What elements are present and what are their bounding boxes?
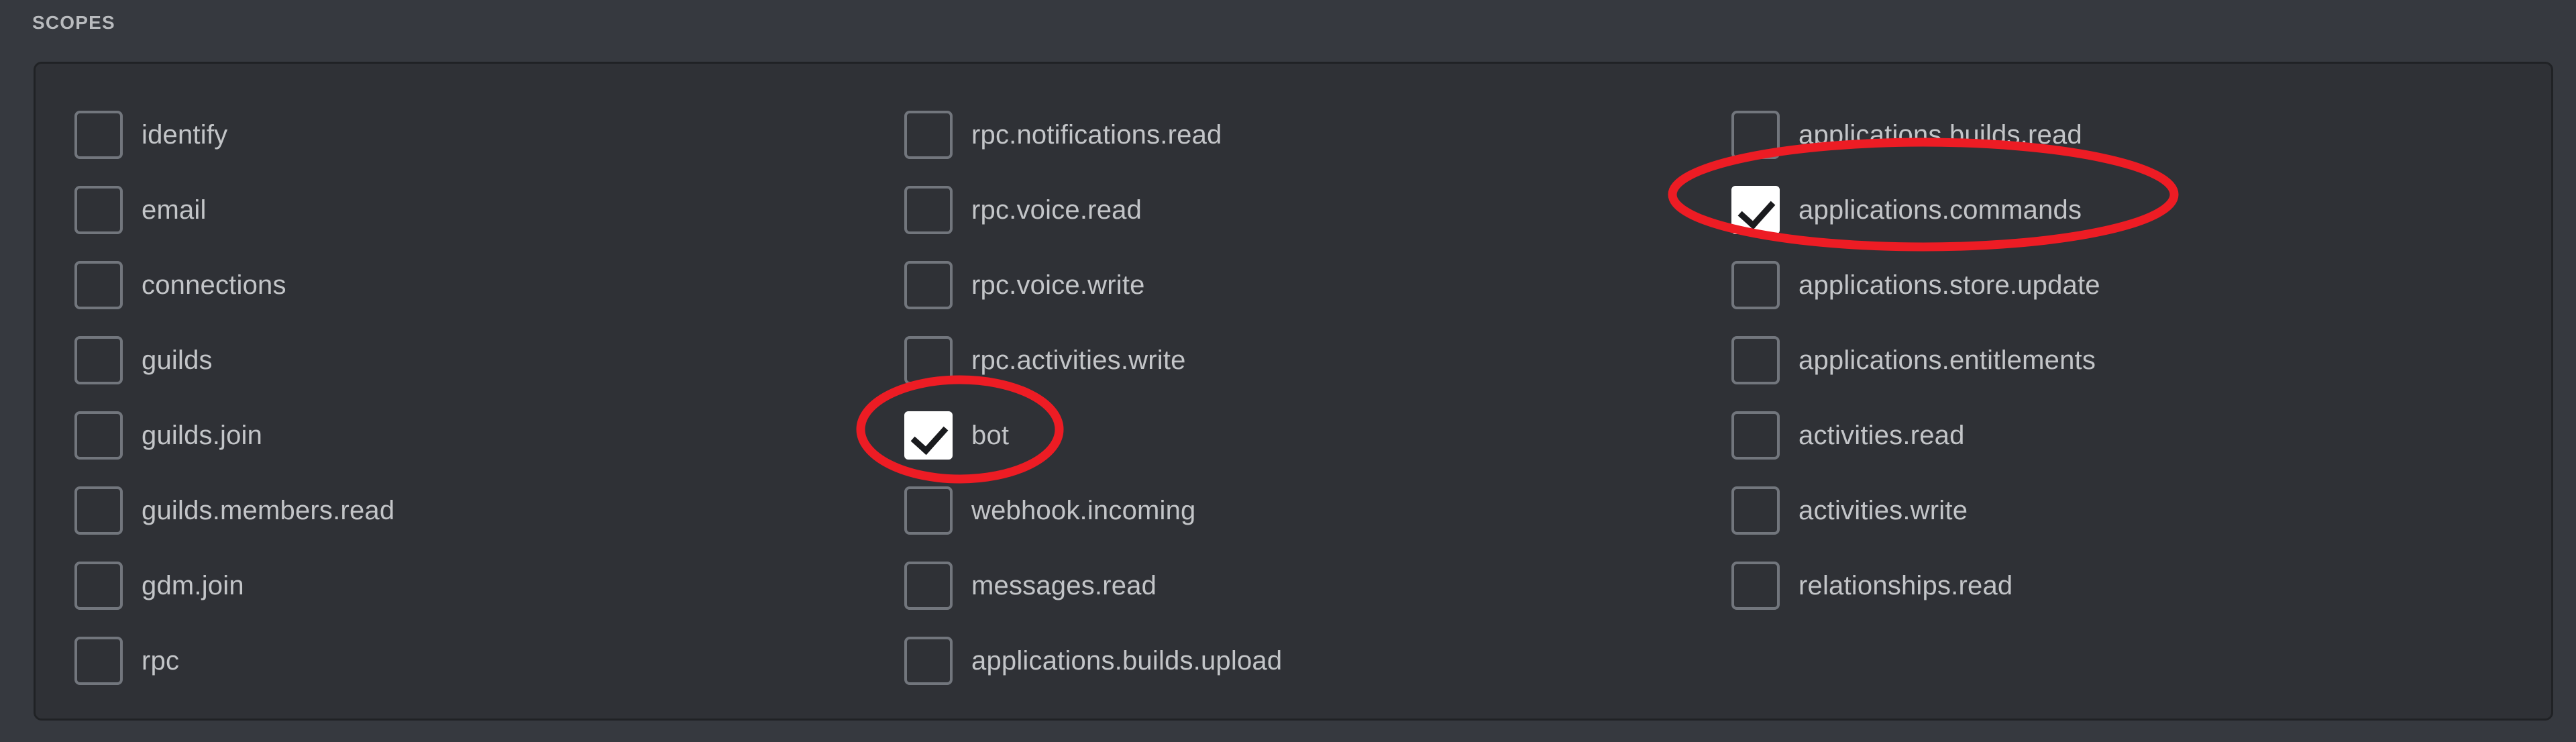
checkbox-unchecked-icon[interactable] xyxy=(904,637,953,685)
checkbox-unchecked-icon[interactable] xyxy=(74,562,123,610)
scopes-grid: identify email connections guilds guilds.joi… xyxy=(36,64,2551,719)
scope-option-applications-builds-read[interactable]: applications.builds.read xyxy=(1731,108,2082,162)
checkbox-unchecked-icon[interactable] xyxy=(74,411,123,460)
checkbox-unchecked-icon[interactable] xyxy=(74,486,123,535)
scope-option-activities-read[interactable]: activities.read xyxy=(1731,409,1965,462)
scope-label: applications.commands xyxy=(1799,195,2082,225)
scope-option-rpc-voice-read[interactable]: rpc.voice.read xyxy=(904,183,1142,237)
scope-label: email xyxy=(142,195,207,225)
scope-option-bot[interactable]: bot xyxy=(904,409,1009,462)
scope-option-email[interactable]: email xyxy=(74,183,207,237)
checkbox-unchecked-icon[interactable] xyxy=(74,261,123,309)
page-title: SCOPES xyxy=(32,12,115,33)
scope-label: rpc.activities.write xyxy=(971,346,1186,375)
scopes-page: SCOPES identify email connections guilds gui… xyxy=(0,0,2576,742)
scope-label: applications.builds.upload xyxy=(971,646,1283,676)
scope-label: guilds.members.read xyxy=(142,496,395,525)
scope-label: activities.read xyxy=(1799,421,1965,450)
scope-column-1: identify email connections guilds guilds.joi… xyxy=(74,64,866,719)
scope-column-2: rpc.notifications.read rpc.voice.read rpc.… xyxy=(904,64,1696,719)
checkbox-unchecked-icon[interactable] xyxy=(904,486,953,535)
scope-label: guilds xyxy=(142,346,213,375)
scope-option-identify[interactable]: identify xyxy=(74,108,227,162)
scope-label: rpc xyxy=(142,646,180,676)
scope-option-connections[interactable]: connections xyxy=(74,258,286,312)
scope-option-rpc-activities-write[interactable]: rpc.activities.write xyxy=(904,333,1186,387)
scope-option-applications-commands[interactable]: applications.commands xyxy=(1731,183,2082,237)
scope-label: rpc.notifications.read xyxy=(971,120,1222,150)
scope-label: applications.entitlements xyxy=(1799,346,2096,375)
scope-option-rpc-notifications-read[interactable]: rpc.notifications.read xyxy=(904,108,1222,162)
scope-label: rpc.voice.write xyxy=(971,270,1145,300)
checkbox-unchecked-icon[interactable] xyxy=(1731,562,1780,610)
scope-label: relationships.read xyxy=(1799,571,2013,600)
checkbox-unchecked-icon[interactable] xyxy=(904,111,953,159)
scope-option-guilds-join[interactable]: guilds.join xyxy=(74,409,262,462)
scope-option-messages-read[interactable]: messages.read xyxy=(904,559,1157,613)
scope-option-applications-builds-upload[interactable]: applications.builds.upload xyxy=(904,634,1282,688)
scope-label: identify xyxy=(142,120,228,150)
scope-label: webhook.incoming xyxy=(971,496,1196,525)
scope-option-applications-store-update[interactable]: applications.store.update xyxy=(1731,258,2100,312)
checkbox-unchecked-icon[interactable] xyxy=(1731,411,1780,460)
checkbox-unchecked-icon[interactable] xyxy=(904,186,953,234)
scope-option-relationships-read[interactable]: relationships.read xyxy=(1731,559,2012,613)
scope-label: applications.store.update xyxy=(1799,270,2100,300)
checkbox-unchecked-icon[interactable] xyxy=(74,186,123,234)
scope-option-rpc-voice-write[interactable]: rpc.voice.write xyxy=(904,258,1145,312)
checkbox-unchecked-icon[interactable] xyxy=(1731,486,1780,535)
checkbox-unchecked-icon[interactable] xyxy=(74,111,123,159)
scope-option-rpc[interactable]: rpc xyxy=(74,634,179,688)
scope-option-applications-entitlements[interactable]: applications.entitlements xyxy=(1731,333,2096,387)
scope-option-guilds-members-read[interactable]: guilds.members.read xyxy=(74,484,394,537)
checkbox-checked-icon[interactable] xyxy=(1731,186,1780,234)
checkbox-unchecked-icon[interactable] xyxy=(904,261,953,309)
scopes-panel: identify email connections guilds guilds.joi… xyxy=(34,62,2553,721)
scope-label: messages.read xyxy=(971,571,1157,600)
scope-option-activities-write[interactable]: activities.write xyxy=(1731,484,1968,537)
checkbox-unchecked-icon[interactable] xyxy=(904,562,953,610)
scope-label: gdm.join xyxy=(142,571,244,600)
scope-label: applications.builds.read xyxy=(1799,120,2082,150)
checkbox-unchecked-icon[interactable] xyxy=(904,336,953,384)
scope-column-3: applications.builds.read applications.com… xyxy=(1731,64,2523,719)
checkbox-unchecked-icon[interactable] xyxy=(74,637,123,685)
scope-label: connections xyxy=(142,270,286,300)
scope-option-guilds[interactable]: guilds xyxy=(74,333,213,387)
checkbox-unchecked-icon[interactable] xyxy=(74,336,123,384)
scope-label: bot xyxy=(971,421,1010,450)
scope-label: rpc.voice.read xyxy=(971,195,1142,225)
checkbox-checked-icon[interactable] xyxy=(904,411,953,460)
scope-label: guilds.join xyxy=(142,421,263,450)
checkbox-unchecked-icon[interactable] xyxy=(1731,336,1780,384)
checkbox-unchecked-icon[interactable] xyxy=(1731,261,1780,309)
scope-label: activities.write xyxy=(1799,496,1968,525)
scope-option-webhook-incoming[interactable]: webhook.incoming xyxy=(904,484,1196,537)
scope-option-gdm-join[interactable]: gdm.join xyxy=(74,559,244,613)
checkbox-unchecked-icon[interactable] xyxy=(1731,111,1780,159)
